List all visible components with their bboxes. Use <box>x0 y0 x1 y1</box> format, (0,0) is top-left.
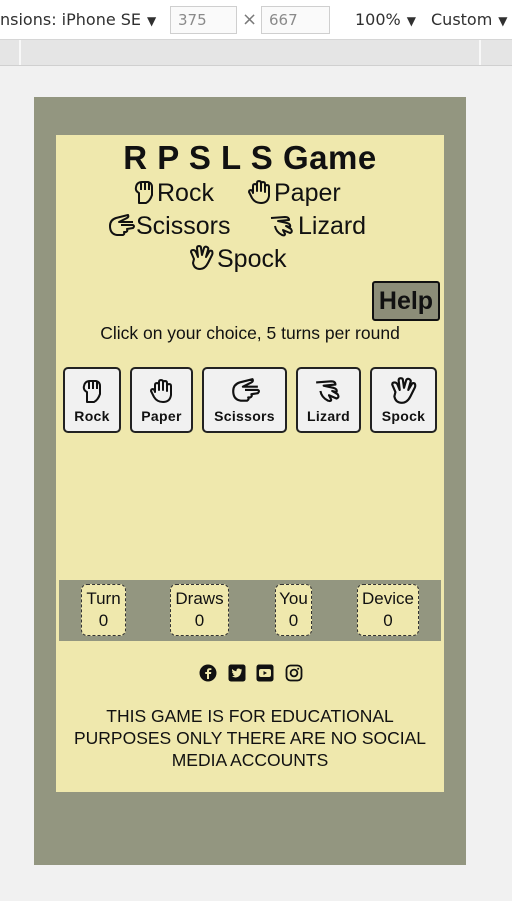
game-title: R P S L S Game <box>123 139 377 176</box>
you-counter: You 0 <box>275 584 312 636</box>
header-paper-label: Paper <box>274 179 341 207</box>
rock-button[interactable]: Rock <box>63 367 121 433</box>
times-separator: × <box>242 9 258 30</box>
media-query-ruler <box>0 40 512 66</box>
lizard-button-label: Lizard <box>306 408 351 424</box>
paper-button-label: Paper <box>141 408 182 424</box>
social-links <box>56 664 444 684</box>
paper-hand-icon <box>149 379 172 403</box>
ruler-divider <box>19 40 21 65</box>
rock-button-label: Rock <box>74 408 110 424</box>
scissors-hand-icon <box>231 378 260 402</box>
youtube-icon[interactable] <box>256 664 274 687</box>
caret-down-icon: ▼ <box>147 14 157 28</box>
draws-counter: Draws 0 <box>170 584 229 636</box>
paper-button[interactable]: Paper <box>130 367 193 433</box>
scissors-button-label: Scissors <box>214 408 275 424</box>
device-viewport: R P S L S Game Rock Paper Scissors Lizar… <box>34 97 466 865</box>
header-scissors-label: Scissors <box>136 212 231 240</box>
header-lizard-label: Lizard <box>298 212 367 240</box>
lizard-hand-icon <box>315 380 339 403</box>
header-paper: Paper <box>247 179 341 208</box>
header-rock: Rock <box>132 179 214 208</box>
scoreboard: Turn 0 Draws 0 You 0 Device 0 <box>59 580 441 641</box>
disclaimer-text: THIS GAME IS FOR EDUCATIONAL PURPOSES ON… <box>73 706 427 770</box>
throttle-selector[interactable]: Custom ▼ <box>431 10 508 29</box>
device-label: Device <box>362 589 414 608</box>
turn-label: Turn <box>86 589 121 608</box>
paper-hand-icon <box>248 180 270 204</box>
header-spock: Spock <box>188 245 286 274</box>
spock-hand-icon <box>190 245 214 270</box>
turn-counter: Turn 0 <box>81 584 126 636</box>
ruler-divider <box>479 40 481 65</box>
device-selector[interactable]: nsions: iPhone SE ▼ <box>0 10 156 29</box>
width-input[interactable]: 375 <box>170 6 237 34</box>
caret-down-icon: ▼ <box>498 14 508 28</box>
spock-hand-icon <box>390 377 416 404</box>
zoom-label: 100% <box>355 10 401 29</box>
zoom-selector[interactable]: 100% ▼ <box>355 10 416 29</box>
draws-label: Draws <box>175 589 224 608</box>
draws-value: 0 <box>194 611 205 630</box>
scissors-hand-icon <box>109 214 135 236</box>
rock-hand-icon <box>82 380 101 403</box>
devtools-toolbar: nsions: iPhone SE ▼ 375 × 667 100% ▼ Custo… <box>0 0 512 40</box>
device-selector-label: nsions: iPhone SE <box>0 10 142 29</box>
header-scissors: Scissors <box>107 212 230 241</box>
lizard-hand-icon <box>270 216 293 237</box>
device-value: 0 <box>383 611 393 630</box>
turn-value: 0 <box>98 611 109 630</box>
instructions-text: Click on your choice, 5 turns per round <box>100 323 400 343</box>
header-lizard: Lizard <box>269 212 366 241</box>
spock-button[interactable]: Spock <box>370 367 437 433</box>
height-input[interactable]: 667 <box>261 6 330 34</box>
help-button[interactable]: Help <box>372 281 440 321</box>
throttle-label: Custom <box>431 10 493 29</box>
scissors-button[interactable]: Scissors <box>202 367 287 433</box>
choice-buttons: Rock Paper Scissors Lizard Spock <box>56 367 444 433</box>
twitter-icon[interactable] <box>228 664 246 687</box>
spock-button-label: Spock <box>381 408 426 424</box>
caret-down-icon: ▼ <box>406 14 416 28</box>
device-counter: Device 0 <box>357 584 419 636</box>
facebook-icon[interactable] <box>199 664 217 687</box>
game-card: R P S L S Game Rock Paper Scissors Lizar… <box>56 135 444 792</box>
header-spock-label: Spock <box>217 245 287 273</box>
instagram-icon[interactable] <box>285 664 303 687</box>
rock-hand-icon <box>134 181 153 204</box>
lizard-button[interactable]: Lizard <box>296 367 361 433</box>
you-label: You <box>279 589 308 608</box>
you-value: 0 <box>288 611 299 630</box>
header-rock-label: Rock <box>157 179 214 207</box>
